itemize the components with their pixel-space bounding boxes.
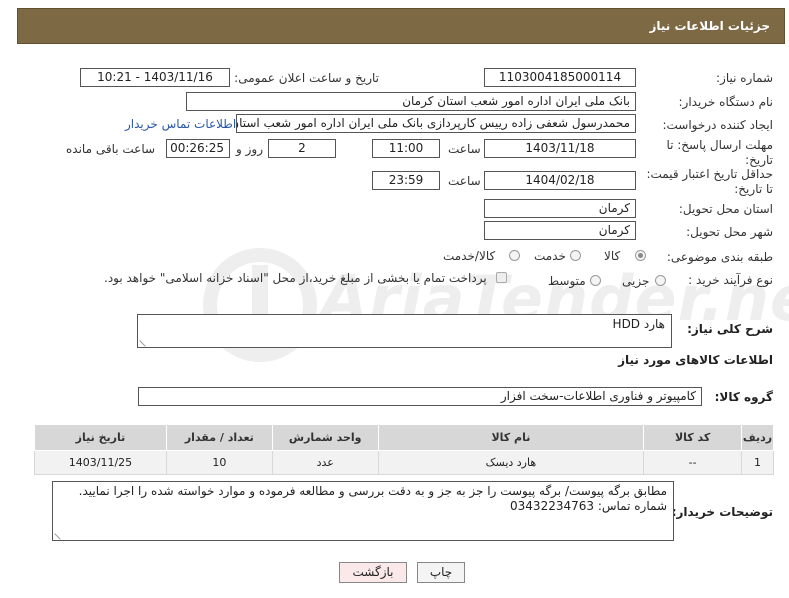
category-radio-service[interactable] bbox=[570, 250, 581, 264]
description-label: شرح کلی نیاز: bbox=[687, 322, 773, 336]
need-number-label: شماره نیاز: bbox=[716, 71, 773, 85]
description-field: هارد HDD bbox=[137, 314, 672, 348]
price-time-field: 23:59 bbox=[372, 171, 440, 190]
buyer-notes-line-2: شماره تماس: 03432234763 bbox=[510, 499, 667, 513]
process-radio-medium[interactable] bbox=[590, 275, 601, 289]
buyer-notes-label: توضیحات خریدار: bbox=[671, 505, 773, 519]
reply-time-field: 11:00 bbox=[372, 139, 440, 158]
process-option-medium: متوسط bbox=[548, 274, 586, 288]
back-button[interactable]: بازگشت bbox=[339, 562, 407, 583]
remaining-time-label: ساعت باقی مانده bbox=[66, 142, 156, 156]
buyer-org-field: بانک ملی ایران اداره امور شعب استان کرما… bbox=[186, 92, 636, 111]
print-button[interactable]: چاپ bbox=[417, 562, 465, 583]
goods-section-title: اطلاعات کالاهای مورد نیاز bbox=[618, 353, 773, 367]
col-header-item-name: نام کالا bbox=[377, 424, 645, 451]
cell-item-code: -- bbox=[643, 450, 743, 475]
col-header-quantity: تعداد / مقدار bbox=[165, 424, 273, 451]
price-deadline-label: حداقل تاریخ اعتبار قیمت: تا تاریخ: bbox=[646, 167, 773, 196]
province-label: استان محل تحویل: bbox=[678, 202, 773, 216]
requester-field: محمدرسول شعفی زاده رییس کارپردازی بانک م… bbox=[236, 114, 636, 133]
resize-handle-icon bbox=[139, 335, 151, 347]
resize-handle-icon bbox=[54, 528, 66, 540]
cell-row-number: 1 bbox=[741, 450, 774, 475]
page-title: جزئیات اطلاعات نیاز bbox=[649, 19, 770, 33]
announce-date-field: 1403/11/16 - 10:21 bbox=[80, 68, 230, 87]
buyer-notes-field: مطابق برگه پیوست/ برگه پیوست را جز به جز… bbox=[52, 481, 674, 541]
remaining-time-field: 00:26:25 bbox=[166, 139, 230, 158]
process-radio-minor[interactable] bbox=[655, 275, 666, 289]
price-time-label: ساعت bbox=[448, 174, 481, 188]
cell-item-name: هارد دیسک bbox=[377, 450, 645, 475]
category-option-goods: کالا bbox=[604, 249, 621, 263]
reply-time-label: ساعت bbox=[448, 142, 481, 156]
reply-deadline-label: مهلت ارسال پاسخ: تا تاریخ: bbox=[666, 138, 773, 167]
announce-date-label: تاریخ و ساعت اعلان عمومی: bbox=[234, 71, 379, 85]
requester-label: ایجاد کننده درخواست: bbox=[662, 118, 773, 132]
col-header-need-date: تاریخ نیاز bbox=[34, 424, 167, 451]
days-label: روز و bbox=[236, 142, 263, 156]
treasury-bond-checkbox[interactable] bbox=[496, 272, 507, 283]
col-header-unit: واحد شمارش bbox=[271, 424, 379, 451]
col-header-row-number: ردیف bbox=[741, 424, 774, 451]
goods-group-field: کامپیوتر و فناوری اطلاعات-سخت افزار bbox=[138, 387, 702, 406]
buyer-notes-line-1: مطابق برگه پیوست/ برگه پیوست را جز به جز… bbox=[78, 484, 667, 498]
city-label: شهر محل تحویل: bbox=[686, 225, 773, 239]
need-number-field: 1103004185000114 bbox=[484, 68, 636, 87]
col-header-item-code: کد کالا bbox=[643, 424, 743, 451]
goods-table: ردیف کد کالا نام کالا واحد شمارش تعداد /… bbox=[34, 424, 774, 475]
treasury-bond-note: پرداخت تمام یا بخشی از مبلغ خرید،از محل … bbox=[104, 271, 487, 285]
category-radio-goods[interactable] bbox=[635, 250, 646, 264]
category-option-goods-service: کالا/خدمت bbox=[443, 249, 496, 263]
cell-quantity: 10 bbox=[165, 450, 273, 475]
description-text: هارد HDD bbox=[612, 317, 665, 331]
reply-date-field: 1403/11/18 bbox=[484, 139, 636, 158]
goods-table-header-row: ردیف کد کالا نام کالا واحد شمارش تعداد /… bbox=[34, 424, 774, 451]
table-row: 1 -- هارد دیسک عدد 10 1403/11/25 bbox=[34, 450, 774, 475]
cell-unit: عدد bbox=[271, 450, 379, 475]
price-date-field: 1404/02/18 bbox=[484, 171, 636, 190]
category-radio-goods-service[interactable] bbox=[509, 250, 520, 264]
province-field: کرمان bbox=[484, 199, 636, 218]
city-field: کرمان bbox=[484, 221, 636, 240]
category-label: طبقه بندی موضوعی: bbox=[666, 250, 773, 264]
cell-need-date: 1403/11/25 bbox=[34, 450, 167, 475]
days-remaining-field: 2 bbox=[268, 139, 336, 158]
page-header: جزئیات اطلاعات نیاز bbox=[17, 8, 785, 44]
process-label: نوع فرآیند خرید : bbox=[688, 273, 773, 287]
category-option-service: خدمت bbox=[534, 249, 566, 263]
buyer-org-label: نام دستگاه خریدار: bbox=[678, 95, 774, 109]
goods-group-label: گروه کالا: bbox=[714, 390, 773, 404]
process-option-minor: جزیی bbox=[622, 274, 650, 288]
buyer-contact-link[interactable]: اطلاعات تماس خریدار bbox=[125, 117, 236, 131]
